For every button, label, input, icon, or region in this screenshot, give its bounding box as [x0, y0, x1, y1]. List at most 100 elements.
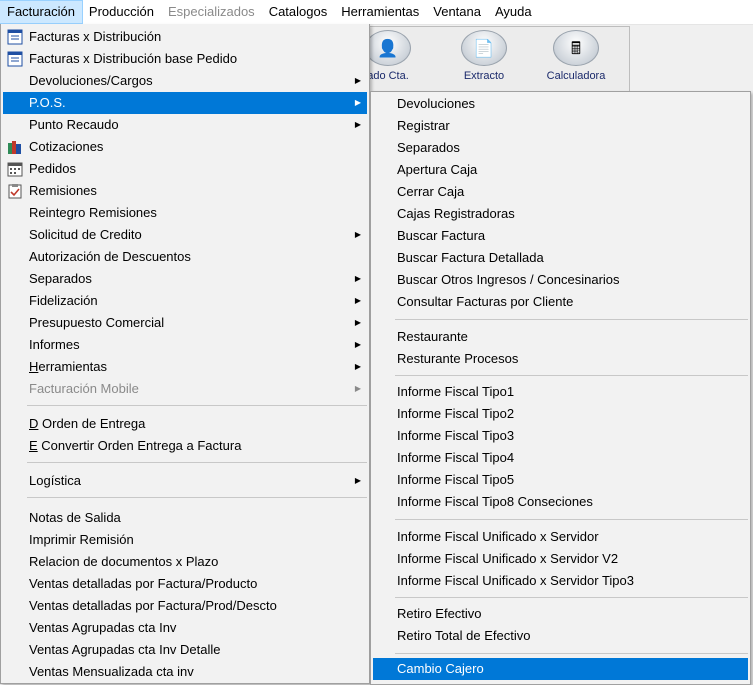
menu-item-label: Ventas Mensualizada cta inv	[29, 664, 194, 679]
calculadora-button[interactable]: 🖩 Calculadora	[537, 30, 615, 92]
menu-item-reintegro-remisiones[interactable]: Reintegro Remisiones	[3, 202, 367, 224]
pos-item-informe-fiscal-tipo8[interactable]: Informe Fiscal Tipo8 Conseciones	[373, 491, 748, 513]
pos-item-restaurante[interactable]: Restaurante	[373, 326, 748, 348]
menu-item-pedidos[interactable]: Pedidos	[3, 158, 367, 180]
menu-item-ventas-factura-prod-descto[interactable]: Ventas detalladas por Factura/Prod/Desct…	[3, 595, 367, 617]
pos-item-buscar-factura-detallada[interactable]: Buscar Factura Detallada	[373, 247, 748, 269]
menu-separator	[395, 519, 748, 520]
menu-item-label: Pedidos	[29, 161, 76, 176]
menu-item-mnemonic: D	[29, 416, 39, 431]
pos-item-apertura-caja[interactable]: Apertura Caja	[373, 159, 748, 181]
pos-item-separados[interactable]: Separados	[373, 137, 748, 159]
menu-item-herramientas[interactable]: Herramientas ▶	[3, 356, 367, 378]
menu-ventana[interactable]: Ventana	[426, 1, 488, 23]
menu-separator	[395, 319, 748, 320]
invoice-icon	[7, 29, 23, 45]
menu-item-label: Fidelización	[29, 293, 98, 308]
submenu-arrow-icon: ▶	[354, 120, 361, 129]
menu-item-label: Facturas x Distribución base Pedido	[29, 51, 238, 66]
extracto-button[interactable]: 📄 Extracto	[445, 30, 523, 92]
menu-item-presupuesto-comercial[interactable]: Presupuesto Comercial ▶	[3, 312, 367, 334]
pos-item-devoluciones[interactable]: Devoluciones	[373, 93, 748, 115]
menu-item-facturacion-mobile[interactable]: Facturación Mobile ▶	[3, 378, 367, 400]
menu-item-relacion-documentos-plazo[interactable]: Relacion de documentos x Plazo	[3, 551, 367, 573]
menu-item-notas-salida[interactable]: Notas de Salida	[3, 507, 367, 529]
pos-item-retiro-efectivo[interactable]: Retiro Efectivo	[373, 603, 748, 625]
extracto-label: Extracto	[463, 70, 505, 82]
menu-item-label: Devoluciones/Cargos	[29, 73, 153, 88]
menu-item-label: Registrar	[397, 118, 450, 133]
pos-item-retiro-total-efectivo[interactable]: Retiro Total de Efectivo	[373, 625, 748, 647]
menu-item-label: Imprimir Remisión	[29, 532, 134, 547]
pos-item-informe-fiscal-unificado[interactable]: Informe Fiscal Unificado x Servidor	[373, 526, 748, 548]
pos-item-informe-fiscal-tipo4[interactable]: Informe Fiscal Tipo4	[373, 447, 748, 469]
menu-item-remisiones[interactable]: Remisiones	[3, 180, 367, 202]
menu-item-fidelizacion[interactable]: Fidelización ▶	[3, 290, 367, 312]
submenu-arrow-icon: ▶	[354, 340, 361, 349]
pos-item-informe-fiscal-tipo2[interactable]: Informe Fiscal Tipo2	[373, 403, 748, 425]
menu-ayuda[interactable]: Ayuda	[488, 1, 539, 23]
menu-item-informes[interactable]: Informes ▶	[3, 334, 367, 356]
menu-item-mnemonic: E	[29, 438, 38, 453]
menu-item-devoluciones-cargos[interactable]: Devoluciones/Cargos ▶	[3, 70, 367, 92]
menu-item-logistica[interactable]: Logística ▶	[3, 470, 367, 492]
menu-item-punto-recaudo[interactable]: Punto Recaudo ▶	[3, 114, 367, 136]
pos-item-registrar[interactable]: Registrar	[373, 115, 748, 137]
menu-herramientas[interactable]: Herramientas	[334, 1, 426, 23]
pos-item-buscar-otros-ingresos[interactable]: Buscar Otros Ingresos / Concesinarios	[373, 269, 748, 291]
menu-item-pos[interactable]: P.O.S. ▶	[3, 92, 367, 114]
menu-item-label: Restaurante	[397, 329, 468, 344]
pos-item-cajas-registradoras[interactable]: Cajas Registradoras	[373, 203, 748, 225]
menu-item-label: Informes	[29, 337, 80, 352]
menu-item-label: Separados	[397, 140, 460, 155]
menu-item-label: Informe Fiscal Tipo2	[397, 406, 515, 421]
menu-item-label: Retiro Total de Efectivo	[397, 628, 531, 643]
menu-item-solicitud-credito[interactable]: Solicitud de Credito ▶	[3, 224, 367, 246]
menu-item-label: Punto Recaudo	[29, 117, 119, 132]
menu-item-imprimir-remision[interactable]: Imprimir Remisión	[3, 529, 367, 551]
menu-item-label: Buscar Factura	[397, 228, 486, 243]
menu-produccion[interactable]: Producción	[82, 1, 161, 23]
menu-especializados[interactable]: Especializados	[161, 1, 262, 23]
menu-item-label: Informe Fiscal Tipo3	[397, 428, 515, 443]
menu-item-label: Devoluciones	[397, 96, 476, 111]
menu-item-cotizaciones[interactable]: Cotizaciones	[3, 136, 367, 158]
menu-item-ventas-agrupadas-cta-inv-detalle[interactable]: Ventas Agrupadas cta Inv Detalle	[3, 639, 367, 661]
menu-separator	[27, 462, 367, 463]
menu-item-ventas-agrupadas-cta-inv[interactable]: Ventas Agrupadas cta Inv	[3, 617, 367, 639]
pos-item-informe-fiscal-tipo3[interactable]: Informe Fiscal Tipo3	[373, 425, 748, 447]
menu-item-label: Informe Fiscal Unificado x Servidor V2	[397, 551, 619, 566]
pos-item-informe-fiscal-unificado-tipo3[interactable]: Informe Fiscal Unificado x Servidor Tipo…	[373, 570, 748, 592]
menu-item-ventas-mensualizada-cta-inv[interactable]: Ventas Mensualizada cta inv	[3, 661, 367, 683]
menu-item-label: Buscar Factura Detallada	[397, 250, 544, 265]
pos-item-informe-fiscal-tipo1[interactable]: Informe Fiscal Tipo1	[373, 381, 748, 403]
menu-item-label: Apertura Caja	[397, 162, 478, 177]
menu-item-convertir-orden-entrega[interactable]: E Convertir Orden Entrega a Factura	[3, 435, 367, 457]
pos-item-cambio-cajero[interactable]: Cambio Cajero	[373, 658, 748, 680]
pos-item-informe-fiscal-tipo5[interactable]: Informe Fiscal Tipo5	[373, 469, 748, 491]
pos-item-resturante-procesos[interactable]: Resturante Procesos	[373, 348, 748, 370]
pos-item-cerrar-caja[interactable]: Cerrar Caja	[373, 181, 748, 203]
submenu-arrow-icon: ▶	[354, 230, 361, 239]
menu-facturacion[interactable]: Facturación	[0, 0, 83, 24]
menu-item-label: Buscar Otros Ingresos / Concesinarios	[397, 272, 620, 287]
menu-item-separados[interactable]: Separados ▶	[3, 268, 367, 290]
menu-item-label: Facturación Mobile	[29, 381, 139, 396]
pos-item-consultar-facturas-cliente[interactable]: Consultar Facturas por Cliente	[373, 291, 748, 313]
menu-item-facturas-base-pedido[interactable]: Facturas x Distribución base Pedido	[3, 48, 367, 70]
menu-item-ventas-factura-producto[interactable]: Ventas detalladas por Factura/Producto	[3, 573, 367, 595]
menu-separator	[27, 497, 367, 498]
pos-item-buscar-factura[interactable]: Buscar Factura	[373, 225, 748, 247]
menu-item-autorizacion-descuentos[interactable]: Autorización de Descuentos	[3, 246, 367, 268]
menu-item-orden-entrega[interactable]: D Orden de Entrega	[3, 413, 367, 435]
pos-submenu: Devoluciones Registrar Separados Apertur…	[370, 91, 751, 685]
menu-item-facturas-x-distribucion[interactable]: Facturas x Distribución	[3, 26, 367, 48]
menu-item-label: Informe Fiscal Unificado x Servidor	[397, 529, 599, 544]
calculator-icon: 🖩	[553, 30, 599, 66]
menu-separator	[395, 597, 748, 598]
pos-item-informe-fiscal-unificado-v2[interactable]: Informe Fiscal Unificado x Servidor V2	[373, 548, 748, 570]
menu-item-label: Remisiones	[29, 183, 97, 198]
menu-catalogos[interactable]: Catalogos	[262, 1, 335, 23]
menu-item-label: Ventas Agrupadas cta Inv Detalle	[29, 642, 221, 657]
menu-item-label: Presupuesto Comercial	[29, 315, 165, 330]
